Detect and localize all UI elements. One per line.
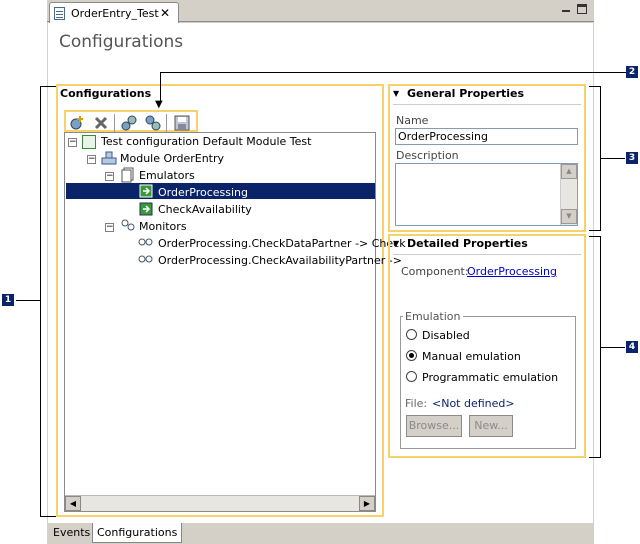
disabled-radio[interactable]	[406, 329, 417, 340]
page-title: Configurations	[59, 32, 184, 52]
programmatic-emulation-radio[interactable]	[406, 371, 417, 382]
monitor-icon	[138, 253, 154, 268]
scroll-right-icon[interactable]: ▶	[359, 496, 375, 511]
link-icon[interactable]	[121, 115, 137, 131]
callout-arrow: ▼	[155, 99, 163, 110]
delete-icon[interactable]	[93, 115, 109, 131]
callout-4: 4	[626, 341, 638, 353]
manual-emulation-radio[interactable]	[406, 350, 417, 361]
collapse-icon[interactable]: −	[105, 223, 114, 232]
tab-configurations-label: Configurations	[97, 526, 178, 539]
tree-monitor-item[interactable]: OrderProcessing.CheckAvailabilityPartner…	[158, 254, 402, 267]
callout-bracket	[40, 86, 41, 517]
component-link[interactable]: OrderProcessing	[467, 265, 557, 278]
disabled-label[interactable]: Disabled	[422, 329, 470, 342]
detailed-properties-title: Detailed Properties	[407, 237, 528, 250]
file-value: <Not defined>	[432, 397, 515, 410]
vertical-scrollbar[interactable]: ▲ ▼	[560, 164, 577, 225]
callout-line	[16, 300, 40, 301]
callout-2: 2	[626, 66, 638, 78]
programmatic-emulation-label[interactable]: Programmatic emulation	[422, 371, 558, 384]
editor-tab-label: OrderEntry_Test	[71, 7, 159, 20]
maximize-icon[interactable]	[577, 4, 587, 14]
callout-line	[601, 158, 625, 159]
test-file-icon	[54, 7, 65, 20]
description-label: Description	[396, 149, 459, 162]
unlink-icon[interactable]	[145, 115, 161, 131]
configurations-section-title: Configurations	[60, 87, 152, 100]
tree-emulator-item[interactable]: CheckAvailability	[158, 203, 252, 216]
tab-events-label: Events	[53, 526, 91, 539]
callout-1: 1	[2, 294, 14, 306]
tree-emulator-item[interactable]: OrderProcessing	[158, 186, 248, 199]
manual-emulation-label[interactable]: Manual emulation	[422, 350, 521, 363]
close-icon[interactable]: ✕	[160, 6, 170, 20]
tab-configurations[interactable]: Configurations	[92, 523, 183, 543]
divider	[393, 254, 581, 255]
scroll-down-icon[interactable]: ▼	[561, 209, 577, 224]
emulation-group-label: Emulation	[403, 310, 463, 323]
save-icon[interactable]	[174, 115, 190, 131]
new-button[interactable]: New...	[469, 415, 513, 437]
minimize-icon[interactable]	[561, 4, 571, 14]
collapse-section-icon[interactable]: ▼	[393, 89, 399, 98]
callout-line	[601, 347, 625, 348]
emulator-icon	[139, 184, 153, 201]
name-label: Name	[396, 114, 429, 127]
tree-monitors-label[interactable]: Monitors	[139, 220, 187, 233]
horizontal-scrollbar[interactable]: ◀ ▶	[65, 495, 375, 511]
collapse-icon[interactable]: −	[87, 155, 96, 164]
add-icon[interactable]	[69, 115, 85, 131]
divider	[393, 104, 581, 105]
configurations-toolbar	[64, 110, 198, 132]
callout-bracket	[589, 230, 601, 231]
tree-root-label[interactable]: Test configuration Default Module Test	[101, 135, 311, 148]
editor-tab[interactable]: OrderEntry_Test ✕	[49, 2, 179, 23]
collapse-section-icon[interactable]: ▼	[393, 239, 399, 248]
configuration-tree[interactable]: − Test configuration Default Module Test…	[64, 132, 406, 512]
monitor-icon	[138, 236, 154, 251]
callout-3: 3	[626, 152, 638, 164]
tree-module-label[interactable]: Module OrderEntry	[120, 152, 224, 165]
callout-line	[160, 72, 161, 102]
collapse-icon[interactable]: −	[68, 138, 77, 147]
name-field[interactable]: OrderProcessing	[395, 128, 578, 145]
callout-bracket	[589, 457, 601, 458]
scroll-left-icon[interactable]: ◀	[65, 496, 81, 511]
tree-monitor-item[interactable]: OrderProcessing.CheckDataPartner -> Chec…	[158, 237, 406, 250]
callout-bracket	[40, 86, 56, 87]
file-label: File:	[405, 397, 428, 410]
component-label: Component:	[401, 265, 469, 278]
emulator-icon	[139, 202, 153, 219]
general-properties-title: General Properties	[407, 87, 525, 100]
name-value: OrderProcessing	[398, 130, 488, 143]
scroll-up-icon[interactable]: ▲	[561, 164, 577, 179]
callout-line	[160, 72, 626, 73]
callout-bracket	[40, 516, 56, 517]
tab-events[interactable]: Events	[49, 523, 94, 543]
monitors-icon	[120, 218, 136, 235]
browse-button[interactable]: Browse...	[406, 415, 462, 437]
description-field[interactable]: ▲ ▼	[395, 163, 578, 226]
test-config-icon	[82, 135, 96, 149]
collapse-icon[interactable]: −	[105, 172, 114, 181]
tree-emulators-label[interactable]: Emulators	[139, 169, 195, 182]
module-icon	[101, 151, 117, 168]
